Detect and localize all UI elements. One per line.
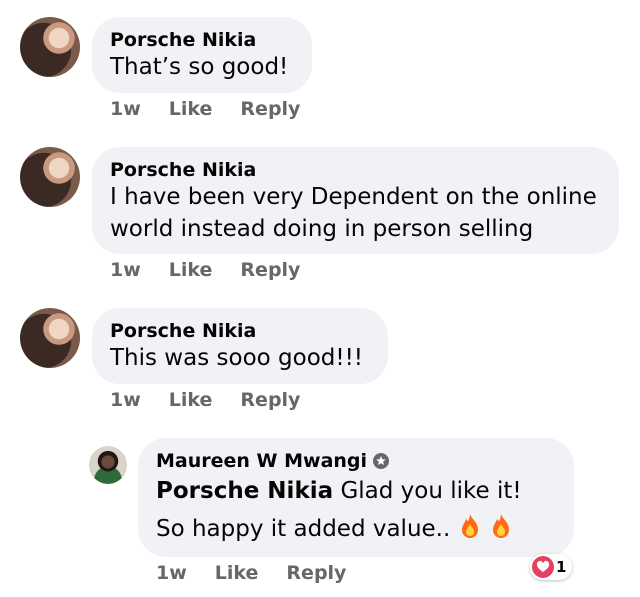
- like-button[interactable]: Like: [169, 389, 213, 411]
- like-button[interactable]: Like: [169, 259, 213, 281]
- like-button[interactable]: Like: [169, 98, 213, 120]
- comment-timestamp[interactable]: 1w: [110, 259, 141, 281]
- comment-text: That’s so good!: [110, 54, 289, 80]
- comment-text: This was sooo good!!!: [110, 345, 364, 371]
- comment-timestamp[interactable]: 1w: [110, 389, 141, 411]
- like-button[interactable]: Like: [215, 562, 259, 584]
- mention-link[interactable]: Porsche Nikia: [156, 478, 333, 504]
- comment-text: I have been very Dependent on the online…: [110, 184, 597, 242]
- heart-reaction-icon: [532, 556, 554, 578]
- reply-button[interactable]: Reply: [240, 259, 300, 281]
- fire-emoji-icon: [492, 514, 509, 538]
- reply-button[interactable]: Reply: [240, 98, 300, 120]
- top-fan-badge-icon: [373, 453, 390, 469]
- comment-bubble: Maureen W Mwangi Porsche Nikia Glad you …: [138, 438, 574, 557]
- comment-timestamp[interactable]: 1w: [156, 562, 187, 584]
- avatar[interactable]: [20, 308, 80, 368]
- reaction-count: 1: [556, 558, 567, 576]
- reaction-summary[interactable]: 1: [530, 554, 573, 580]
- reply-button[interactable]: Reply: [240, 389, 300, 411]
- comment-timestamp[interactable]: 1w: [110, 98, 141, 120]
- comment-text: Porsche Nikia Glad you like it! So happy…: [156, 478, 522, 542]
- reply-button[interactable]: Reply: [286, 562, 346, 584]
- avatar[interactable]: [89, 446, 127, 484]
- comment-actions: 1w Like Reply: [110, 98, 300, 120]
- avatar[interactable]: [20, 147, 80, 207]
- comment-actions: 1w Like Reply: [110, 389, 300, 411]
- comment-author[interactable]: Porsche Nikia: [110, 320, 370, 342]
- fire-emoji-icon: [461, 514, 478, 538]
- comment-author[interactable]: Porsche Nikia: [110, 159, 601, 181]
- comment-bubble: Porsche Nikia This was sooo good!!!: [92, 308, 388, 384]
- comment-actions: 1w Like Reply: [110, 259, 300, 281]
- comment-bubble: Porsche Nikia That’s so good!: [92, 17, 312, 93]
- avatar[interactable]: [20, 17, 80, 77]
- comment-bubble: Porsche Nikia I have been very Dependent…: [92, 147, 619, 254]
- comment-author[interactable]: Maureen W Mwangi: [156, 450, 556, 472]
- comment-author[interactable]: Porsche Nikia: [110, 29, 294, 51]
- comment-actions: 1w Like Reply: [156, 562, 346, 584]
